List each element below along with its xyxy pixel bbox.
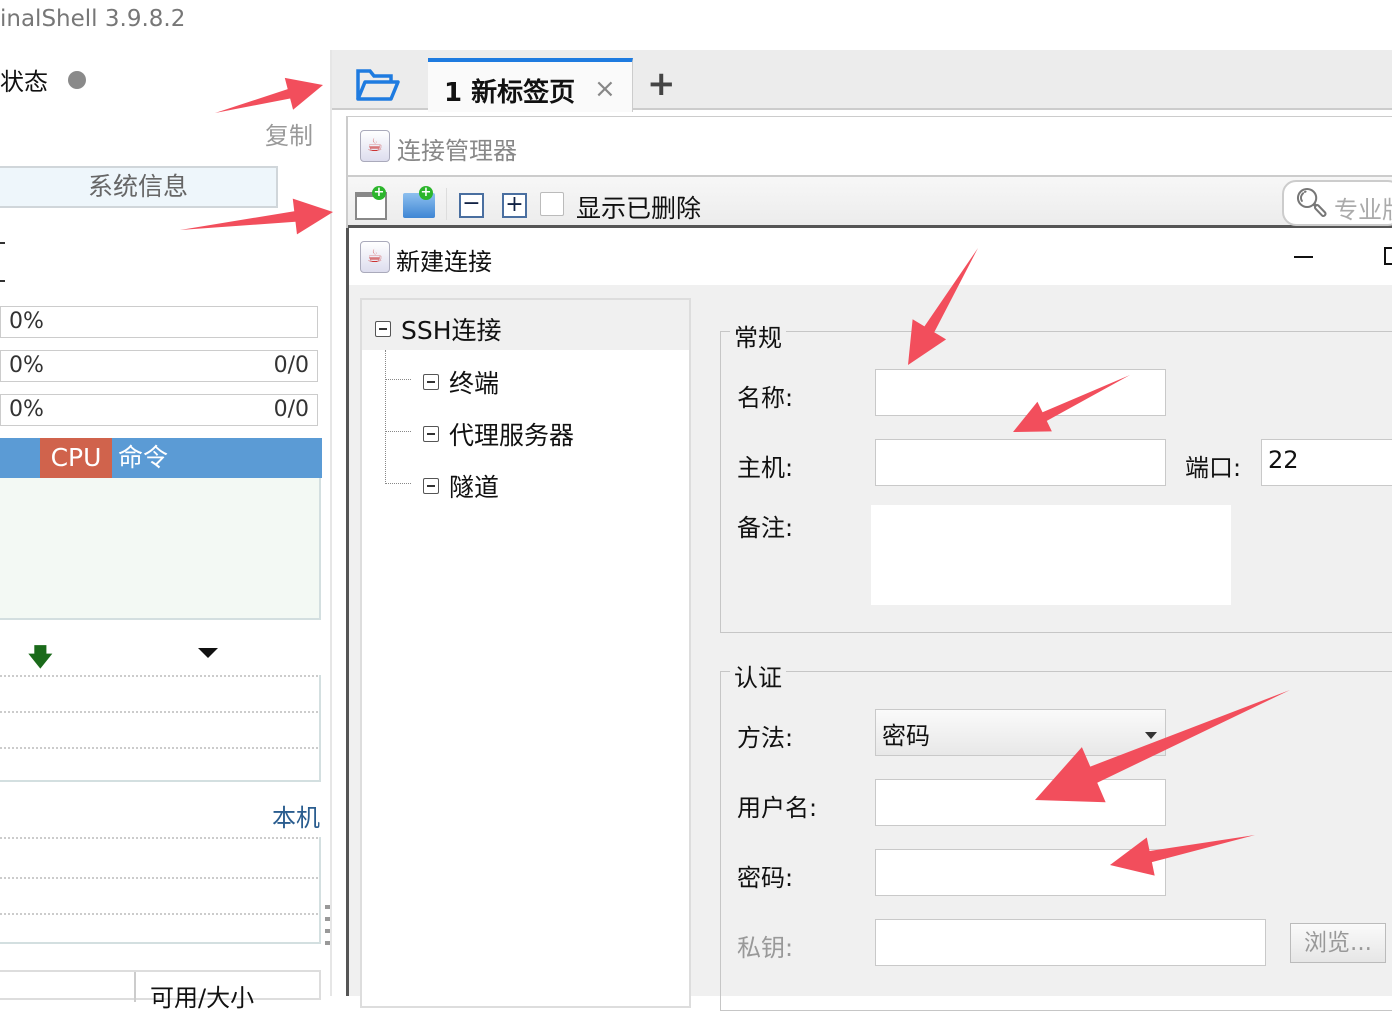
chevron-down-icon <box>1145 732 1157 739</box>
tree-label: 终端 <box>449 369 500 398</box>
status-label: 状态 <box>0 68 48 96</box>
settings-tree <box>360 298 691 1008</box>
tab-label: 1 新标签页 <box>444 78 576 108</box>
add-tab-button[interactable]: + <box>647 64 676 104</box>
memory-usage-bar: 0% 0/0 <box>0 350 318 382</box>
show-deleted-checkbox[interactable] <box>540 192 564 216</box>
private-key-input[interactable] <box>875 919 1266 966</box>
maximize-button[interactable] <box>1384 247 1392 265</box>
method-select[interactable]: 密码 <box>875 709 1166 756</box>
tab-command[interactable]: 命令 <box>118 438 168 478</box>
dialog-titlebar <box>349 228 1392 285</box>
tab-cpu[interactable]: CPU <box>40 438 112 478</box>
search-placeholder: 专业版 <box>1334 196 1392 224</box>
tree-label: SSH连接 <box>401 316 502 345</box>
close-icon[interactable]: × <box>594 74 616 104</box>
method-label: 方法: <box>737 724 794 752</box>
bar-detail: 0/0 <box>273 397 309 422</box>
copy-button[interactable]: 复制 <box>265 116 313 151</box>
port-label: 端口: <box>1185 454 1242 482</box>
bar-value: 0% <box>9 397 44 422</box>
bar-value: 0% <box>9 309 44 334</box>
collapse-icon[interactable] <box>375 321 391 337</box>
java-icon: ☕ <box>360 130 390 162</box>
username-label: 用户名: <box>737 794 818 822</box>
process-list <box>0 478 321 620</box>
tree-item-proxy[interactable]: 代理服务器 <box>423 416 574 452</box>
show-deleted-label: 显示已删除 <box>576 194 702 223</box>
tree-label: 隧道 <box>449 473 500 502</box>
dialog-title: 新建连接 <box>396 248 492 276</box>
private-key-label: 私钥: <box>737 934 794 962</box>
java-icon: ☕ <box>360 241 390 273</box>
app-title: inalShell 3.9.8.2 <box>0 6 186 32</box>
dropdown-triangle-icon[interactable] <box>198 648 218 658</box>
name-label: 名称: <box>737 384 794 412</box>
search-icon: 🔍︎ <box>1294 186 1330 219</box>
annotation-arrow <box>215 77 323 113</box>
minimize-button[interactable] <box>1294 256 1313 258</box>
password-label: 密码: <box>737 864 794 892</box>
tab-new[interactable]: 1 新标签页 × <box>428 58 633 112</box>
tree-item-ssh[interactable]: SSH连接 <box>375 311 502 347</box>
bar-detail: 0/0 <box>273 353 309 378</box>
cpu-usage-bar: 0% <box>0 306 318 338</box>
divider <box>0 280 5 282</box>
method-value: 密码 <box>882 722 930 750</box>
general-legend: 常规 <box>730 318 786 353</box>
host-input[interactable] <box>875 439 1166 486</box>
swap-usage-bar: 0% 0/0 <box>0 394 318 426</box>
browse-button[interactable]: 浏览... <box>1290 923 1386 963</box>
tree-item-tunnel[interactable]: 隧道 <box>423 468 499 504</box>
name-input[interactable] <box>875 369 1166 416</box>
expand-all-icon[interactable]: + <box>502 193 527 218</box>
auth-legend: 认证 <box>730 658 786 693</box>
tree-item-terminal[interactable]: 终端 <box>423 364 499 400</box>
username-input[interactable] <box>875 779 1166 826</box>
note-textarea[interactable] <box>871 505 1231 605</box>
divider <box>0 242 5 244</box>
monitor-tabs: CPU 命令 <box>0 438 322 478</box>
sysinfo-button[interactable]: 系统信息 <box>0 166 278 208</box>
folder-icon[interactable] <box>355 66 401 102</box>
note-label: 备注: <box>737 514 794 542</box>
collapse-all-icon[interactable]: − <box>459 193 484 218</box>
status-dot-icon <box>68 71 86 89</box>
disk-chart <box>0 837 321 944</box>
bar-value: 0% <box>9 353 44 378</box>
host-label: 主机: <box>737 454 794 482</box>
password-input[interactable] <box>875 849 1166 896</box>
network-chart <box>0 675 321 782</box>
window-title: 连接管理器 <box>397 137 517 165</box>
tree-label: 代理服务器 <box>449 421 575 450</box>
search-input[interactable]: 🔍︎ 专业版 <box>1282 180 1392 226</box>
local-label[interactable]: 本机 <box>272 798 320 833</box>
port-input[interactable]: 22 <box>1261 439 1392 486</box>
